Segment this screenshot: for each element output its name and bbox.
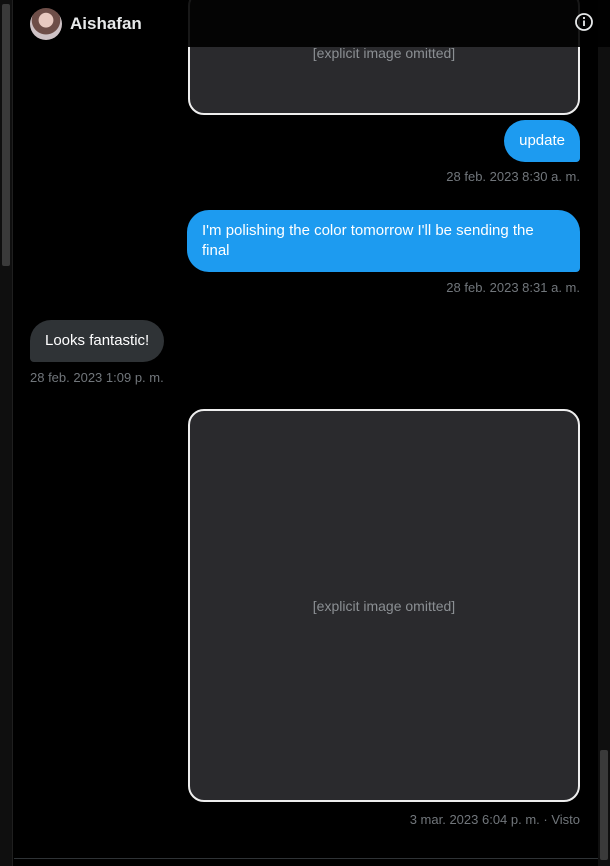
message-bubble: I'm polishing the color tomorrow I'll be…: [187, 210, 580, 272]
message-out[interactable]: I'm polishing the color tomorrow I'll be…: [187, 210, 580, 272]
message-timestamp: 28 feb. 2023 8:31 a. m.: [446, 280, 580, 295]
image-attachment[interactable]: [explicit image omitted]: [188, 409, 580, 802]
right-scrollbar-thumb[interactable]: [600, 750, 608, 860]
message-out[interactable]: update: [504, 120, 580, 162]
avatar[interactable]: [30, 7, 62, 40]
left-scrollbar-thumb[interactable]: [2, 4, 10, 266]
message-bubble: update: [504, 120, 580, 162]
image-placeholder-text: [explicit image omitted]: [312, 597, 456, 614]
conversation-header: Aishafan: [14, 0, 610, 47]
info-circle-icon[interactable]: [574, 12, 594, 32]
message-timestamp: 28 feb. 2023 1:09 p. m.: [30, 370, 164, 385]
conversation-title[interactable]: Aishafan: [70, 14, 142, 34]
message-bubble: Looks fantastic!: [30, 320, 165, 362]
divider: [14, 858, 598, 859]
message-timestamp: 28 feb. 2023 8:30 a. m.: [446, 169, 580, 184]
left-scrollbar[interactable]: [0, 0, 13, 866]
right-scrollbar[interactable]: [598, 0, 610, 866]
message-timestamp-seen: 3 mar. 2023 6:04 p. m. · Visto: [409, 812, 580, 827]
message-in[interactable]: Looks fantastic!: [30, 320, 165, 362]
